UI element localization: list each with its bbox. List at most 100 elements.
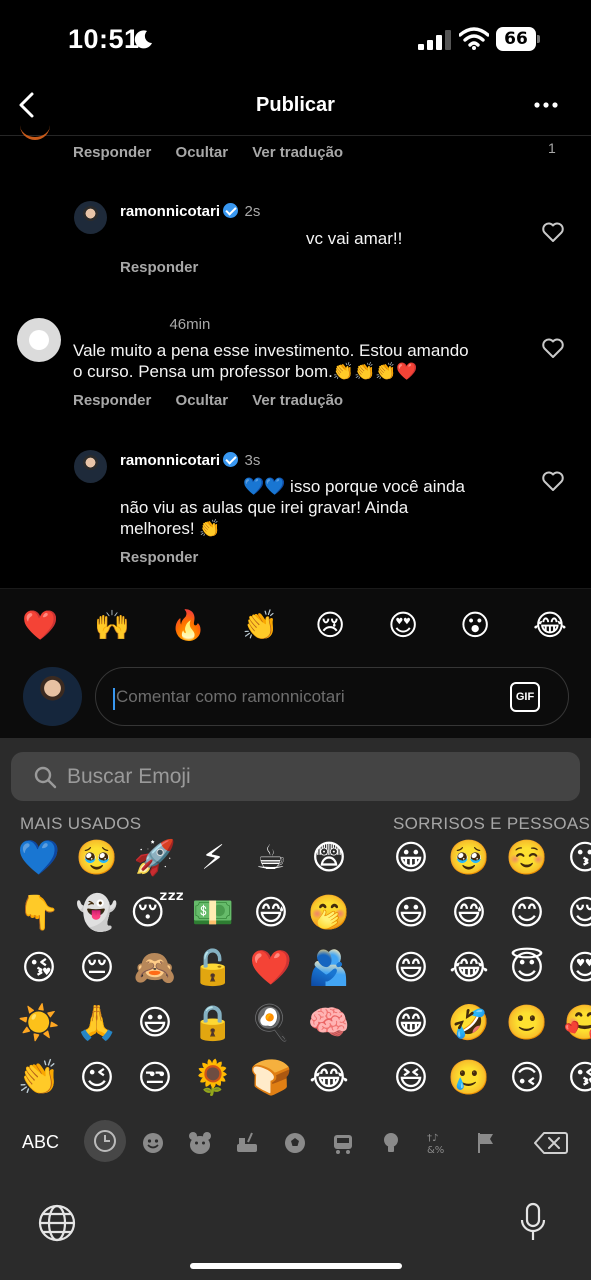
heart-icon[interactable]	[541, 470, 565, 492]
frequent-emoji-key[interactable]: 😨	[304, 838, 354, 888]
quick-reaction-raising-hands[interactable]: 🙌	[94, 607, 130, 643]
quick-reaction-clap[interactable]: 👏	[242, 607, 278, 643]
smileys-emoji-key[interactable]: 😘	[560, 1058, 591, 1108]
comment-header: ramonnicotari 2s	[120, 203, 260, 221]
smileys-emoji-key[interactable]: 😄	[386, 948, 436, 998]
frequent-emoji-key[interactable]: 🔒	[188, 1003, 238, 1053]
smileys-emoji-key[interactable]: 😆	[386, 1058, 436, 1108]
animal-icon[interactable]	[187, 1130, 213, 1156]
microphone-icon[interactable]	[520, 1202, 546, 1242]
frequent-emoji-key[interactable]: 😂	[304, 1058, 354, 1108]
reply-button[interactable]: Responder	[120, 259, 198, 276]
reply-button[interactable]: Responder	[73, 392, 151, 409]
frequent-emoji-key[interactable]: 👇	[14, 893, 64, 943]
frequent-emoji-key[interactable]: 😴	[130, 893, 185, 943]
reply-button[interactable]: Responder	[73, 144, 151, 161]
frequent-emoji-key[interactable]: 😉	[72, 1058, 122, 1108]
see-translation-button[interactable]: Ver tradução	[252, 392, 343, 409]
frequent-emoji-key[interactable]: ☀️	[14, 1003, 64, 1053]
smileys-emoji-key[interactable]: 😇	[502, 948, 552, 998]
ball-icon[interactable]	[282, 1130, 308, 1156]
hide-button[interactable]: Ocultar	[176, 144, 229, 161]
symbols-icon[interactable]: †♪&%	[425, 1130, 451, 1156]
flag-icon[interactable]	[473, 1130, 499, 1156]
backspace-icon[interactable]	[534, 1131, 568, 1155]
abc-button[interactable]: ABC	[22, 1132, 59, 1153]
avatar[interactable]	[17, 318, 61, 362]
comment-username[interactable]: ramonnicotari	[120, 452, 220, 469]
frequent-emoji-key[interactable]: 👏	[14, 1058, 64, 1108]
comment-input-container[interactable]: GIF	[95, 667, 569, 726]
frequent-emoji-key[interactable]: 🍳	[246, 1003, 296, 1053]
comment-text: 💙💙 isso porque você ainda não viu as aul…	[120, 477, 465, 538]
recent-icon[interactable]	[92, 1128, 118, 1154]
heart-icon[interactable]	[541, 337, 565, 359]
emoji-search-input[interactable]	[67, 762, 547, 792]
frequent-emoji-key[interactable]: 🔓	[188, 948, 238, 998]
hide-button[interactable]: Ocultar	[176, 392, 229, 409]
travel-icon[interactable]	[330, 1130, 356, 1156]
heart-icon[interactable]	[541, 221, 565, 243]
frequent-emoji-key[interactable]: 🤭	[304, 893, 354, 943]
frequent-emoji-key[interactable]: 😒	[130, 1058, 180, 1108]
frequent-emoji-key[interactable]: 🙈	[130, 948, 180, 998]
smileys-emoji-key[interactable]: 🥲	[444, 1058, 494, 1108]
frequent-emoji-key[interactable]: 🥹	[72, 838, 122, 888]
frequent-emoji-key[interactable]: 🙏	[72, 1003, 122, 1053]
comment-text: vc vai amar!!	[306, 229, 403, 248]
smileys-emoji-key[interactable]: 😌	[560, 893, 591, 943]
smiley-icon[interactable]	[140, 1130, 166, 1156]
comment-username[interactable]: ramonnicotari	[120, 203, 220, 220]
frequent-emoji-key[interactable]: 🫂	[304, 948, 354, 998]
reply-button[interactable]: Responder	[120, 549, 198, 566]
battery-level: 66	[496, 27, 536, 51]
frequent-emoji-key[interactable]: 🧠	[304, 1003, 354, 1053]
smileys-emoji-key[interactable]: 😂	[444, 948, 494, 998]
frequent-emoji-key[interactable]: 🌻	[188, 1058, 238, 1108]
svg-text:&%: &%	[427, 1145, 444, 1156]
quick-reaction-heart[interactable]: ❤️	[22, 607, 58, 643]
frequent-emoji-key[interactable]: 😘	[14, 948, 64, 998]
frequent-emoji-key[interactable]: 😅	[246, 893, 296, 943]
gif-button[interactable]: GIF	[510, 682, 540, 712]
comment-input[interactable]	[116, 682, 496, 712]
frequent-emoji-key[interactable]: ❤️	[246, 948, 296, 998]
emoji-search-bar[interactable]	[11, 752, 580, 801]
see-translation-button[interactable]: Ver tradução	[252, 144, 343, 161]
smileys-emoji-key[interactable]: 😅	[444, 893, 494, 943]
quick-reaction-laugh[interactable]: 😂	[533, 607, 567, 643]
smileys-emoji-key[interactable]: 😀	[386, 838, 436, 888]
smileys-emoji-key[interactable]: 🙃	[502, 1058, 552, 1108]
frequent-emoji-key[interactable]: 🍞	[246, 1058, 296, 1108]
frequent-emoji-key[interactable]: 💵	[188, 893, 238, 943]
more-options-icon[interactable]	[533, 95, 559, 115]
smileys-emoji-key[interactable]: 😍	[560, 948, 591, 998]
smileys-emoji-key[interactable]: 🥹	[444, 838, 494, 888]
frequent-emoji-key[interactable]: ☕	[246, 838, 296, 888]
smileys-emoji-key[interactable]: 🤣	[444, 1003, 494, 1053]
smileys-emoji-key[interactable]: 😊	[502, 893, 552, 943]
smileys-emoji-key[interactable]: ☺️	[502, 838, 552, 888]
smileys-emoji-key[interactable]: 🥰	[560, 1003, 591, 1053]
quick-reaction-cry[interactable]: 😢	[315, 607, 345, 643]
smileys-emoji-key[interactable]: 🙂	[502, 1003, 552, 1053]
frequent-emoji-key[interactable]: 👻	[72, 893, 122, 943]
smileys-emoji-key[interactable]: 😗	[560, 838, 591, 888]
food-icon[interactable]	[234, 1130, 260, 1156]
frequent-emoji-key[interactable]: 💙	[14, 838, 64, 888]
frequent-emoji-key[interactable]: 😔	[72, 948, 122, 998]
quick-reaction-wow[interactable]: 😮	[460, 607, 490, 643]
avatar[interactable]	[74, 450, 107, 483]
section-frequent-label: MAIS USADOS	[20, 814, 142, 833]
quick-reaction-heart-eyes[interactable]: 😍	[388, 607, 418, 643]
lightbulb-icon[interactable]	[378, 1130, 404, 1156]
globe-icon[interactable]	[38, 1204, 76, 1242]
moon-icon	[134, 30, 152, 49]
avatar[interactable]	[74, 201, 107, 234]
quick-reaction-fire[interactable]: 🔥	[170, 607, 206, 643]
frequent-emoji-key[interactable]: 🚀	[130, 838, 180, 888]
smileys-emoji-key[interactable]: 😁	[386, 1003, 436, 1053]
frequent-emoji-key[interactable]: 😃	[130, 1003, 180, 1053]
smileys-emoji-key[interactable]: 😃	[386, 893, 436, 943]
frequent-emoji-key[interactable]: ⚡	[188, 838, 238, 888]
